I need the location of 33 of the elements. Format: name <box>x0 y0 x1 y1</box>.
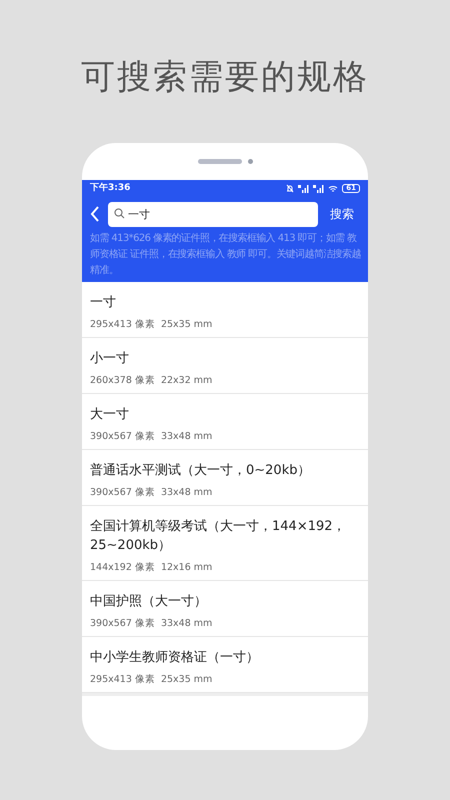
result-spec: 390x567 像素 33x48 mm <box>90 486 214 500</box>
result-item[interactable]: 小一寸 260x378 像素 22x32 mm <box>82 338 368 394</box>
signal-icon <box>313 184 324 192</box>
result-title: 一寸 <box>90 294 117 312</box>
signal-icon <box>298 184 310 192</box>
result-spec: 295x413 像素 25x35 mm <box>90 318 214 332</box>
search-field[interactable]: 一寸 <box>108 202 318 227</box>
search-hint: 如需 413*626 像素的证件照，在搜索框输入 413 即可；如需 教师资格证 证件照，在搜索框输入 教师 即可。关键词越简洁搜索越精准。 <box>89 232 362 278</box>
result-item[interactable]: 一寸 295x413 像素 25x35 mm <box>82 282 368 338</box>
result-title: 中小学生教师资格证（一寸） <box>90 649 260 667</box>
result-item[interactable]: 中国护照（大一寸） 390x567 像素 33x48 mm <box>82 581 368 637</box>
wifi-icon <box>328 184 338 192</box>
speaker-icon <box>198 159 242 164</box>
mute-icon <box>286 184 294 193</box>
result-spec: 260x378 像素 22x32 mm <box>90 374 214 388</box>
result-spec: 390x567 像素 33x48 mm <box>90 617 214 631</box>
result-item[interactable]: 普通话水平测试（大一寸，0~20kb） 390x567 像素 33x48 mm <box>82 450 368 506</box>
result-title: 小一寸 <box>90 350 130 368</box>
result-item[interactable]: 全国计算机等级考试（大一寸，144×192，25~200kb） 144x192 像素 12x16 mm <box>82 506 368 581</box>
result-item[interactable]: 大一寸 390x567 像素 33x48 mm <box>82 394 368 450</box>
result-title: 全国计算机等级考试（大一寸，144×192，25~200kb） <box>90 518 347 555</box>
result-title: 中国护照（大一寸） <box>90 593 208 611</box>
result-spec: 295x413 像素 25x35 mm <box>90 673 214 687</box>
headline: 可搜索需要的规格 <box>80 56 370 99</box>
result-title: 普通话水平测试（大一寸，0~20kb） <box>90 462 312 480</box>
result-item[interactable]: 中小学生教师资格证（一寸） 295x413 像素 25x35 mm <box>82 637 368 693</box>
camera-icon <box>248 159 252 164</box>
search-button[interactable]: 搜索 <box>326 204 360 222</box>
result-title: 大一寸 <box>90 406 130 424</box>
result-spec: 144x192 像素 12x16 mm <box>90 561 214 575</box>
status-time: 下午3:36 <box>90 182 130 195</box>
result-spec: 390x567 像素 33x48 mm <box>90 430 214 444</box>
back-icon[interactable] <box>90 206 100 222</box>
